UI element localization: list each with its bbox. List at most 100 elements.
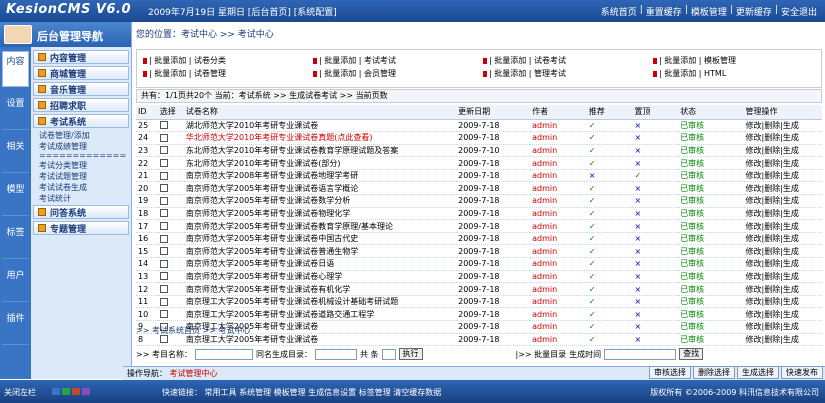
cell-recommend[interactable]: ✓ [586,119,633,133]
row-checkbox[interactable] [159,259,168,268]
top-link[interactable]: 安全退出 [781,5,817,18]
col-header[interactable]: 推荐 [586,105,633,120]
cell-select[interactable] [157,270,184,284]
cell-recommend[interactable]: ✓ [586,144,633,158]
table-row[interactable]: 12 南京师范大学2005年考研专业课试卷有机化学 2009-7-18 admin ✓ ×… [136,282,822,296]
cell-recommend[interactable]: ✓ [586,194,633,208]
cell-title[interactable]: 南京师范大学2005年考研专业课试卷中国古代史 [183,232,457,246]
cell-ops[interactable]: 修改|删除|生成 [743,295,822,309]
cell-recommend[interactable]: ✓ [586,131,633,145]
find-button[interactable]: 查找 [679,348,704,360]
col-header[interactable]: ID [136,105,158,120]
cell-ops[interactable]: 修改|删除|生成 [743,257,822,271]
swatch-icon[interactable] [62,388,70,395]
menu-item[interactable]: 考试试卷生成 [33,182,129,193]
cell-top[interactable]: ✓ [632,169,679,183]
cell-recommend[interactable]: ✓ [586,244,633,259]
cell-select[interactable] [157,131,184,145]
cell-select[interactable] [157,244,184,259]
row-checkbox[interactable] [159,184,168,193]
table-row[interactable]: 10 南京理工大学2005年考研专业课试卷道路交通工程学 2009-7-18 admi… [136,307,822,321]
cell-recommend[interactable]: ✓ [586,333,633,347]
top-link[interactable]: 重置缓存 [646,5,682,18]
cell-top[interactable]: × [632,257,679,271]
menu-item[interactable]: 考试成绩管理 [33,141,129,152]
cell-select[interactable] [157,295,184,309]
menu-item[interactable]: 考试统计 [33,193,129,204]
cell-ops[interactable]: 修改|删除|生成 [743,194,822,208]
cell-top[interactable]: × [632,333,679,347]
row-checkbox[interactable] [159,146,168,155]
cell-select[interactable] [157,194,184,208]
row-checkbox[interactable] [159,159,168,168]
table-row[interactable]: 13 南京师范大学2005年考研专业课试卷心理学 2009-7-18 admin ✓ × 已… [136,270,822,284]
cell-title[interactable]: 东北师范大学2010年考研专业课试卷(部分) [183,156,457,170]
table-row[interactable]: 25 湖北师范大学2010年考研专业课试卷 2009-7-18 admin ✓ × 已审核修… [136,119,822,133]
row-checkbox[interactable] [159,133,168,142]
vtab-2[interactable]: 相关 [2,137,29,173]
cell-title[interactable]: 东北师范大学2010年考研专业课试卷教育学原理试题及答案 [183,144,457,158]
col-header[interactable]: 管理操作 [743,105,822,120]
cell-recommend[interactable]: ✓ [586,320,633,334]
cell-top[interactable]: × [632,282,679,296]
cell-select[interactable] [157,207,184,221]
op-button[interactable]: 审核选择 [649,366,691,379]
cell-recommend[interactable]: ✓ [586,156,633,170]
cell-ops[interactable]: 修改|删除|生成 [743,333,822,347]
op-button[interactable]: 删除选择 [693,366,735,379]
cell-select[interactable] [157,257,184,271]
menu-item[interactable]: 试卷管理/添加 [33,130,129,141]
menu-head[interactable]: 问答系统 [33,205,129,219]
row-checkbox[interactable] [159,209,168,218]
swatch-icon[interactable] [82,388,90,395]
cell-ops[interactable]: 修改|删除|生成 [743,282,822,296]
cell-select[interactable] [157,156,184,170]
cell-select[interactable] [157,282,184,296]
row-checkbox[interactable] [159,335,168,344]
cell-top[interactable]: × [632,307,679,321]
foot-nav[interactable]: >> 考试系统首页 >> 考试中心 [136,325,250,336]
cell-recommend[interactable]: ✓ [586,219,633,233]
cell-ops[interactable]: 修改|删除|生成 [743,131,822,145]
table-row[interactable]: 22 东北师范大学2010年考研专业课试卷(部分) 2009-7-18 admin ✓ ×… [136,156,822,170]
op-value[interactable]: 考试管理中心 [170,369,218,378]
cell-top[interactable]: × [632,270,679,284]
cell-recommend[interactable]: ✓ [586,270,633,284]
menu-item[interactable]: 考试分类管理 [33,160,129,171]
cell-top[interactable]: × [632,156,679,170]
cell-title[interactable]: 南京理工大学2005年考研专业课试卷机械设计基础考研试题 [183,295,457,309]
table-row[interactable]: 23 东北师范大学2010年考研专业课试卷教育学原理试题及答案 2009-7-10 a… [136,144,822,158]
cell-select[interactable] [157,232,184,246]
menu-head[interactable]: 招聘求职 [33,98,129,112]
cell-ops[interactable]: 修改|删除|生成 [743,169,822,183]
col-header[interactable]: 状态 [678,105,744,120]
count-input[interactable] [381,348,396,360]
time-input[interactable] [604,348,677,360]
swatch-icon[interactable] [72,388,80,395]
cell-title[interactable]: 南京师范大学2005年考研专业课试卷物理化学 [183,207,457,221]
cell-recommend[interactable]: ✓ [586,181,633,196]
cell-ops[interactable]: 修改|删除|生成 [743,119,822,133]
vtab-4[interactable]: 标签 [2,223,29,259]
top-link[interactable]: 更新缓存 [736,5,772,18]
op-button[interactable]: 生成选择 [737,366,779,379]
cell-title[interactable]: 南京师范大学2005年考研专业课试卷普通生物学 [183,244,457,259]
cell-recommend[interactable]: ✓ [586,307,633,321]
cell-recommend[interactable]: × [586,169,633,183]
cell-title[interactable]: 南京师范大学2005年考研专业课试卷教育学原理/基本理论 [183,219,457,233]
row-checkbox[interactable] [159,222,168,231]
cell-ops[interactable]: 修改|删除|生成 [743,232,822,246]
col-header[interactable]: 作者 [530,105,587,120]
col-header[interactable]: 试卷名称 [183,105,457,120]
row-checkbox[interactable] [159,285,168,294]
top-link[interactable]: 模板管理 [691,5,727,18]
col-header[interactable]: 选择 [157,105,184,120]
table-row[interactable]: 20 南京师范大学2005年考研专业课试卷语言学概论 2009-7-18 admin ✓… [136,181,822,196]
quick-links[interactable]: 快速链接： 常用工具 系统管理 模板管理 生成信息设置 标签管理 清空缓存数据 [162,387,441,398]
menu-head[interactable]: 专题管理 [33,221,129,235]
channel-link[interactable]: | 批量添加 | 管理考试 [483,68,653,79]
row-checkbox[interactable] [159,272,168,281]
cell-top[interactable]: × [632,295,679,309]
table-row[interactable]: 18 南京师范大学2005年考研专业课试卷物理化学 2009-7-18 admin ✓ ×… [136,207,822,221]
cell-recommend[interactable]: ✓ [586,207,633,221]
